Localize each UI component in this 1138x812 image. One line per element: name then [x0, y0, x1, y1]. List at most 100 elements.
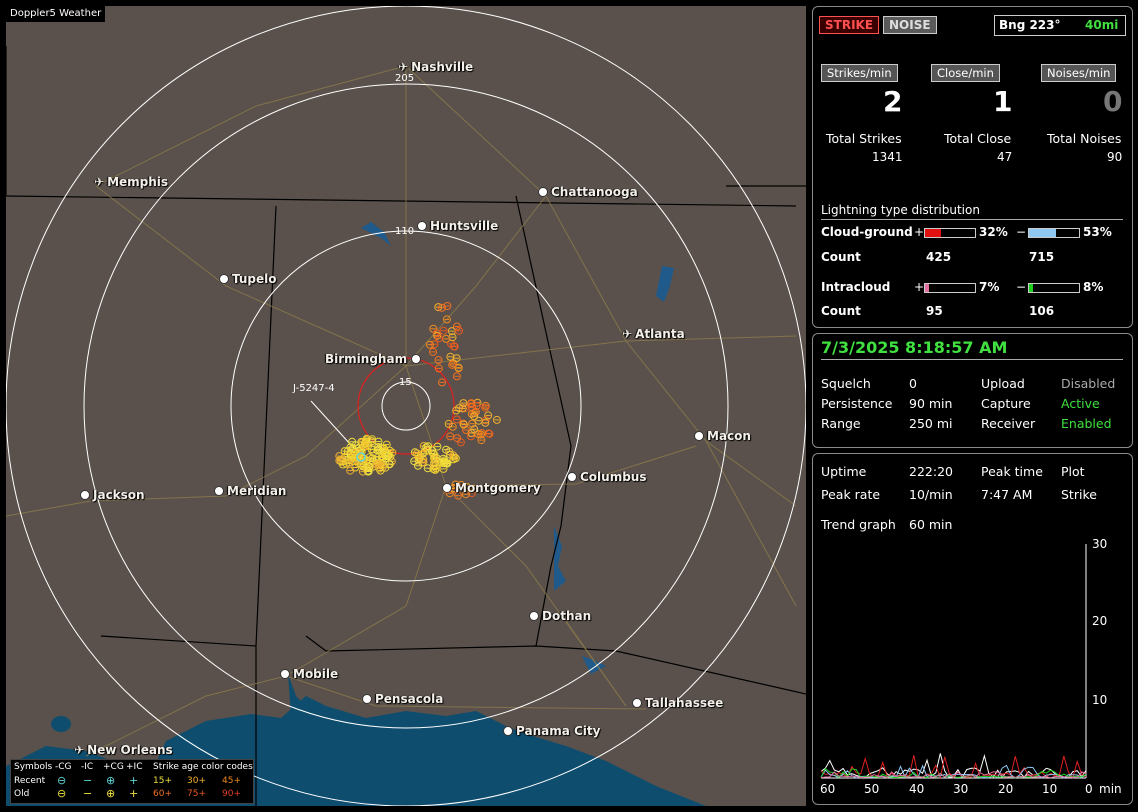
x-tick-40: 40 [909, 782, 925, 796]
pos-ic-old-icon: + [129, 787, 139, 800]
pos-ic-recent-icon: + [129, 774, 139, 787]
total-strikes-label: Total Strikes [826, 131, 902, 146]
range-value: 250 mi [909, 416, 953, 431]
x-tick-50: 50 [864, 782, 880, 796]
current-datetime: 7/3/2025 8:18:57 AM [821, 338, 1008, 357]
distance-value: 40mi [1085, 18, 1119, 32]
city-dot-icon [632, 698, 642, 708]
noises-per-min-label[interactable]: Noises/min [1041, 64, 1117, 82]
ic-count-label: Count [821, 304, 861, 318]
cg-negative-fill [1029, 229, 1056, 237]
x-tick-0: 0 [1085, 782, 1093, 796]
uptime-value: 222:20 [909, 464, 953, 479]
age-30: 30+ [187, 776, 206, 786]
ic-negative-pct: 8% [1083, 280, 1104, 294]
map-title: Doppler5 Weather [6, 6, 106, 22]
noises-per-min: 0 [1103, 85, 1123, 118]
age-75: 75+ [187, 789, 206, 799]
cg-negative-count: 715 [1029, 250, 1055, 264]
persistence-value: 90 min [909, 396, 953, 411]
total-close-label: Total Close [944, 131, 1012, 146]
age-45: 45+ [222, 776, 241, 786]
close-per-min: 1 [993, 85, 1013, 118]
city-dot-icon [442, 483, 452, 493]
city-atlanta: ✈ Atlanta [622, 327, 685, 341]
capture-value: Active [1061, 396, 1100, 411]
x-axis-unit: min [1099, 782, 1122, 796]
ic-positive-pct: 7% [979, 280, 1000, 294]
city-huntsville: Huntsville [417, 219, 498, 233]
age-90: 90+ [222, 789, 241, 799]
x-tick-10: 10 [1042, 782, 1058, 796]
city-birmingham: Birmingham [325, 352, 424, 366]
plot-label: Plot [1061, 464, 1085, 479]
peak-rate-label: Peak rate [821, 487, 881, 502]
pos-cg-recent-icon: ⊕ [106, 774, 116, 787]
receiver-label: Receiver [981, 416, 1036, 431]
city-dot-icon [219, 274, 229, 284]
pos-cg-old-icon: ⊕ [106, 787, 116, 800]
lightning-map[interactable]: Doppler5 Weather 205 110 15 J-5247-4 ✈ Na… [6, 6, 806, 806]
squelch-label: Squelch [821, 376, 871, 391]
y-tick-20: 20 [1092, 614, 1108, 628]
neg-ic-old-icon: − [83, 787, 93, 800]
age-15: 15+ [153, 776, 172, 786]
city-dot-icon [503, 726, 513, 736]
uptime-label: Uptime [821, 464, 867, 479]
city-new-orleans: ✈ New Orleans [74, 743, 173, 757]
strikes-per-min-label[interactable]: Strikes/min [821, 64, 898, 82]
strike-button[interactable]: STRIKE [819, 16, 880, 34]
neg-cg-recent-icon: ⊖ [57, 774, 67, 787]
persistence-label: Persistence [821, 396, 893, 411]
legend-symbols-label: Symbols [14, 762, 53, 772]
plot-value[interactable]: Strike [1061, 487, 1097, 502]
status-divider [821, 359, 1123, 360]
x-tick-60: 60 [820, 782, 836, 796]
legend-col-neg-cg: -CG [55, 762, 72, 772]
cg-negative-pct: 53% [1083, 225, 1112, 239]
ic-minus-sign: − [1016, 280, 1027, 294]
legend-age-title: Strike age color codes [153, 762, 253, 772]
trend-graph-window: 60 min [909, 517, 953, 532]
city-dot-icon [214, 486, 224, 496]
cg-minus-sign: − [1016, 225, 1027, 239]
city-dot-icon [417, 221, 427, 231]
city-dot-icon [280, 669, 290, 679]
map-canvas [6, 6, 806, 806]
cg-positive-count: 425 [926, 250, 952, 264]
total-noises-label: Total Noises [1047, 131, 1122, 146]
cg-positive-bar [924, 228, 976, 238]
legend-recent-label: Recent [14, 776, 46, 786]
ic-plus-sign: + [914, 280, 925, 294]
strike-tag: J-5247-4 [293, 383, 335, 394]
cg-plus-sign: + [914, 225, 925, 239]
age-60: 60+ [153, 789, 172, 799]
city-pensacola: Pensacola [362, 692, 443, 706]
cloud-ground-label: Cloud-ground [821, 225, 913, 239]
city-nashville: ✈ Nashville [398, 60, 474, 74]
symbol-legend: Symbols -CG -IC +CG +IC Strike age color… [10, 759, 254, 804]
ic-negative-fill [1029, 284, 1033, 292]
city-dot-icon [411, 354, 422, 364]
legend-col-pos-ic: +IC [126, 762, 143, 772]
ic-positive-bar [924, 283, 976, 293]
noise-button[interactable]: NOISE [883, 16, 937, 34]
range-label: Range [821, 416, 861, 431]
city-chattanooga: Chattanooga [538, 185, 638, 199]
x-tick-30: 30 [953, 782, 969, 796]
cg-count-label: Count [821, 250, 861, 264]
bearing-value: Bng 223° [999, 18, 1061, 32]
neg-ic-recent-icon: − [83, 774, 93, 787]
airport-icon: ✈ [622, 327, 633, 341]
city-tupelo: Tupelo [219, 272, 277, 286]
city-panama-city: Panama City [503, 724, 600, 738]
upload-value: Disabled [1061, 376, 1116, 391]
trend-panel: Uptime 222:20 Peak time Plot Peak rate 1… [812, 453, 1133, 805]
city-columbus: Columbus [567, 470, 647, 484]
legend-col-neg-ic: -IC [81, 762, 94, 772]
close-per-min-label[interactable]: Close/min [931, 64, 1000, 82]
ic-positive-count: 95 [926, 304, 943, 318]
ic-negative-count: 106 [1029, 304, 1055, 318]
trend-graph [820, 544, 1087, 780]
city-tallahassee: Tallahassee [632, 696, 723, 710]
